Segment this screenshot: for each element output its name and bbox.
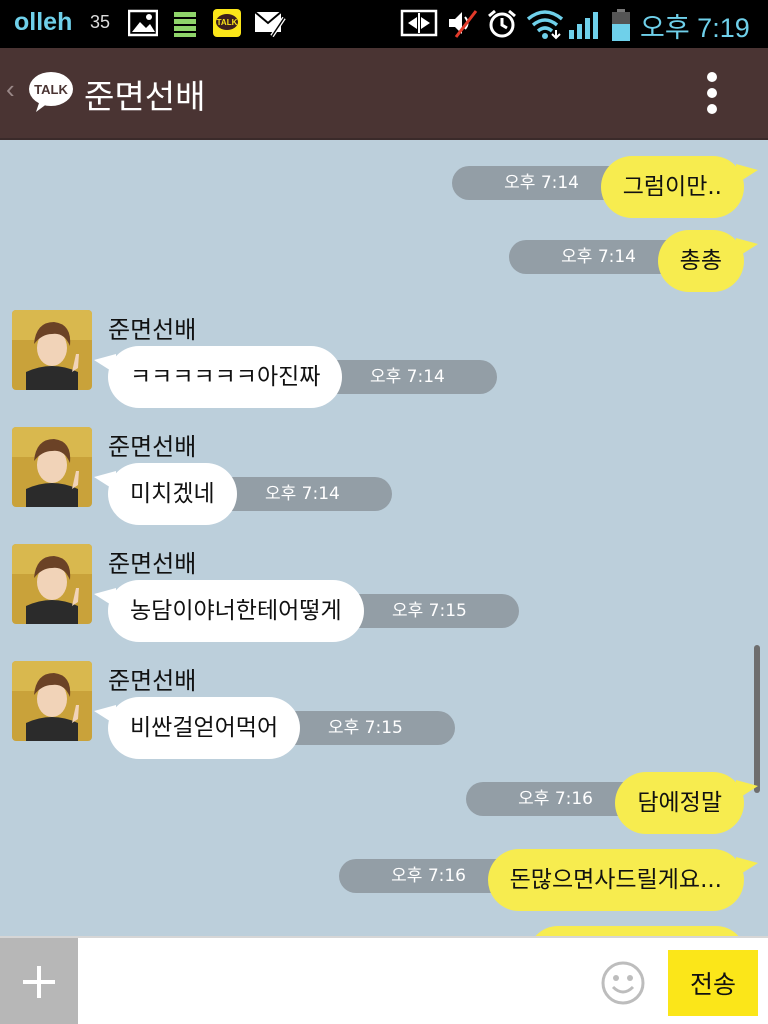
emoticon-icon[interactable] [600, 960, 646, 1006]
sender-avatar[interactable] [12, 427, 92, 507]
alarm-icon [486, 8, 518, 44]
sender-name: 준면선배 [108, 667, 197, 695]
incoming-bubble[interactable]: 농담이야너한테어떻게 [94, 580, 364, 642]
overflow-menu-button[interactable] [696, 70, 728, 116]
sender-name: 준면선배 [108, 550, 197, 578]
battery-icon [610, 8, 632, 46]
outgoing-bubble[interactable]: 돈많으면사드릴게요... [487, 849, 759, 911]
kakaotalk-icon: TALK [212, 8, 242, 42]
sender-avatar[interactable] [12, 661, 92, 741]
sender-avatar[interactable] [12, 544, 92, 624]
message-input[interactable] [80, 938, 590, 1024]
muted-speaker-icon [446, 8, 478, 42]
sender-name: 준면선배 [108, 433, 197, 461]
svg-text:TALK: TALK [34, 82, 68, 97]
message-input-bar: 전송 [0, 936, 768, 1024]
menu-dot [707, 72, 717, 82]
status-bar: olleh 35 TALK 오후 7:19 [0, 0, 768, 48]
outgoing-message: 총총 오후 7:14 [475, 230, 759, 292]
back-chevron-icon[interactable]: ‹ [6, 74, 15, 105]
incoming-bubble[interactable]: 비싼걸얻어먹어 [93, 697, 301, 759]
chat-message-list[interactable]: 그럼이만.. 오후 7:14 총총 오후 7:14 준면선배 ㅋㅋㅋㅋㅋㅋ아진짜… [0, 140, 768, 936]
menu-dot [707, 88, 717, 98]
chat-title: 준면선배 [84, 77, 206, 116]
incoming-message: 준면선배 비싼걸얻어먹어 오후 7:15 [12, 661, 752, 771]
chat-header: ‹ TALK 준면선배 [0, 48, 768, 140]
image-icon [127, 8, 159, 42]
signal-icon [568, 8, 604, 44]
incoming-bubble[interactable]: ㅋㅋㅋㅋㅋㅋ아진짜 [93, 346, 343, 408]
svg-text:TALK: TALK [217, 18, 238, 27]
scrollbar[interactable] [754, 645, 760, 793]
partial-outgoing-bubble [528, 926, 746, 936]
incoming-message: 준면선배 농담이야너한테어떻게 오후 7:15 [12, 544, 752, 654]
incoming-message: 준면선배 ㅋㅋㅋㅋㅋㅋ아진짜 오후 7:14 [12, 310, 752, 420]
outgoing-message: 그럼이만.. 오후 7:14 [418, 156, 759, 218]
outgoing-message: 담에정말 오후 7:16 [432, 772, 758, 834]
status-time: 오후 7:19 [640, 13, 750, 43]
outgoing-message: 돈많으면사드릴게요... 오후 7:16 [305, 849, 759, 911]
wifi-icon [526, 8, 564, 44]
outgoing-bubble[interactable]: 총총 [657, 230, 759, 292]
vibrate-data-icon [400, 8, 438, 42]
incoming-message: 준면선배 미치겠네 오후 7:14 [12, 427, 752, 537]
mail-clip-icon [254, 8, 286, 42]
sd-card-icon [172, 8, 198, 42]
sender-avatar[interactable] [12, 310, 92, 390]
incoming-bubble[interactable]: 미치겠네 [94, 463, 237, 525]
menu-dot [707, 104, 717, 114]
sender-name: 준면선배 [108, 316, 197, 344]
outgoing-bubble[interactable]: 그럼이만.. [600, 156, 759, 218]
attach-plus-button[interactable] [0, 938, 78, 1024]
send-button[interactable]: 전송 [668, 950, 758, 1016]
carrier-label: olleh [14, 8, 73, 36]
outgoing-bubble[interactable]: 담에정말 [615, 772, 758, 834]
kakaotalk-logo[interactable]: TALK [28, 70, 74, 118]
notification-count: 35 [90, 12, 111, 32]
